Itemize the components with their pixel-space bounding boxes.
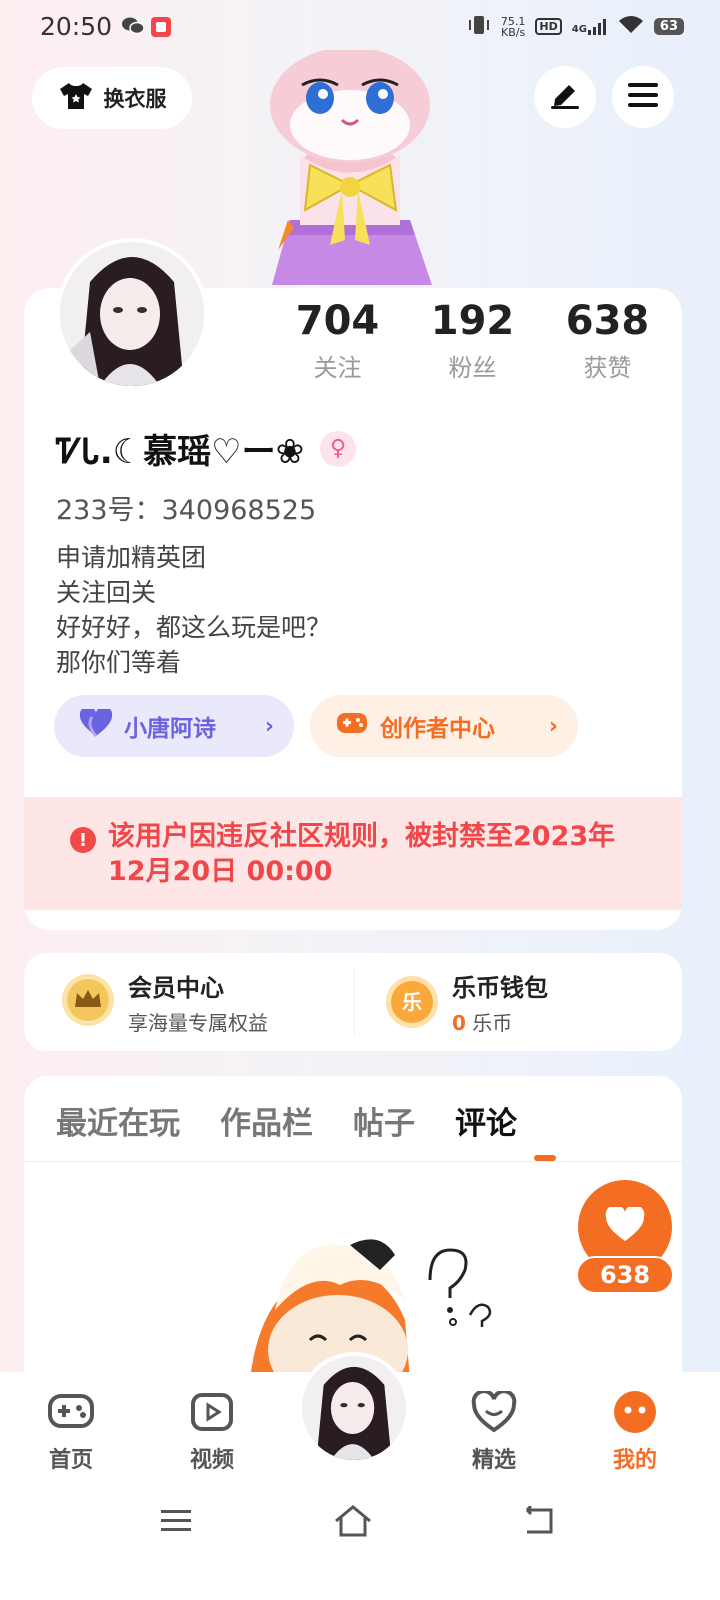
hd-badge: HD [535, 18, 562, 35]
member-center-subtitle: 享海量专属权益 [128, 1011, 268, 1035]
nav-home-label: 首页 [48, 1448, 93, 1473]
net-speed: 75.1 KB/s [501, 16, 526, 38]
video-play-icon [167, 1388, 257, 1436]
heart-outline-icon [449, 1388, 539, 1436]
chevron-right-icon: › [264, 713, 274, 739]
nav-video[interactable]: 视频 [167, 1388, 257, 1474]
net-speed-unit: KB/s [501, 25, 526, 39]
avatar-character-illustration[interactable] [250, 47, 450, 290]
creator-center-button[interactable]: 创作者中心 › [310, 695, 578, 757]
profile-avatar[interactable] [56, 238, 208, 390]
tab-posts[interactable]: 帖子 [353, 1098, 415, 1143]
bio-line: 好好好，都这么玩是吧？ [56, 613, 332, 642]
coin-icon: 乐 [386, 976, 438, 1028]
stat-likes-label: 获赞 [583, 354, 632, 382]
nav-featured-label: 精选 [471, 1448, 516, 1473]
bio-line: 申请加精英团 [56, 543, 207, 572]
system-menu-button[interactable] [156, 1505, 196, 1541]
ban-notice-text: 该用户因违反社区规则，被封禁至2023年12月20日 00:00 [108, 821, 616, 887]
member-center-button[interactable]: 会员中心 享海量专属权益 [62, 953, 268, 1051]
wallet-amount: 0 [452, 1011, 466, 1035]
nickname: ᏤᏓ.☾慕瑶♡ー❀ ♀ [56, 424, 357, 473]
profile-face-icon [590, 1388, 680, 1436]
stat-followers-label: 粉丝 [448, 354, 497, 382]
menu-button[interactable] [612, 66, 674, 128]
bio-line: 那你们等着 [56, 648, 182, 677]
tab-comments[interactable]: 评论 [455, 1098, 517, 1143]
stat-likes[interactable]: 638 获赞 [540, 298, 675, 383]
coin-wallet-button[interactable]: 乐 乐币钱包 0 乐币 [386, 953, 548, 1051]
female-gender-icon: ♀ [320, 430, 357, 467]
status-time: 20:50 [40, 12, 113, 41]
divider [354, 969, 355, 1035]
membership-wallet-card: 会员中心 享海量专属权益 乐 乐币钱包 0 乐币 [24, 953, 682, 1051]
tshirt-icon [58, 81, 94, 116]
signal-label: 4G [571, 23, 587, 35]
nav-featured[interactable]: 精选 [449, 1388, 539, 1474]
crown-icon [62, 974, 114, 1030]
like-count-badge: 638 [576, 1256, 674, 1294]
nav-me[interactable]: 我的 [590, 1388, 680, 1474]
wifi-icon [618, 15, 644, 38]
profile-stats: 704 关注 192 粉丝 638 获赞 [270, 298, 680, 383]
nickname-text: ᏤᏓ.☾慕瑶♡ー❀ [56, 432, 305, 472]
menu-icon [160, 1508, 192, 1538]
nav-video-label: 视频 [189, 1448, 234, 1473]
tab-recently-played[interactable]: 最近在玩 [56, 1098, 180, 1143]
chevron-right-icon: › [548, 713, 558, 739]
companion-pill-button[interactable]: 小唐阿诗 › [54, 695, 294, 757]
heart-icon [79, 706, 113, 743]
wallet-title: 乐币钱包 [452, 974, 548, 1002]
bio-line: 关注回关 [56, 578, 157, 607]
home-icon [333, 1504, 373, 1542]
stat-following-value: 704 [295, 298, 380, 344]
tab-works[interactable]: 作品栏 [220, 1098, 313, 1143]
nav-me-label: 我的 [612, 1448, 657, 1473]
net-speed-value: 75.1 [500, 14, 526, 28]
tabs-divider [24, 1161, 682, 1162]
signal-icon: 4G [571, 18, 608, 35]
heart-icon [605, 1204, 645, 1247]
member-center-title: 会员中心 [128, 974, 224, 1002]
system-back-button[interactable] [518, 1504, 558, 1541]
content-tabs: 最近在玩 作品栏 帖子 评论 [56, 1098, 517, 1143]
gamepad-icon [336, 710, 368, 742]
stat-likes-value: 638 [565, 298, 650, 344]
companion-pill-label: 小唐阿诗 [124, 716, 216, 742]
vibrate-icon [467, 14, 491, 39]
system-home-button[interactable] [333, 1505, 373, 1541]
pen-icon [549, 81, 581, 113]
gamepad-icon [26, 1388, 116, 1436]
stat-following[interactable]: 704 关注 [270, 298, 405, 383]
menu-icon [628, 82, 658, 112]
change-outfit-label: 换衣服 [103, 87, 167, 111]
nav-home[interactable]: 首页 [26, 1388, 116, 1474]
ban-notice: ! 该用户因违反社区规则，被封禁至2023年12月20日 00:00 [24, 797, 682, 910]
back-icon [521, 1504, 555, 1540]
status-bar: 20:50 75.1 KB/s HD 4G 63 [0, 0, 720, 56]
bio: 申请加精英团 关注回关 好好好，都这么玩是吧？ 那你们等着 [56, 540, 331, 680]
edit-profile-button[interactable] [534, 66, 596, 128]
stat-followers[interactable]: 192 粉丝 [405, 298, 540, 383]
stat-followers-value: 192 [430, 298, 515, 344]
app-notification-icon [150, 16, 172, 42]
nav-center-avatar[interactable] [298, 1352, 410, 1464]
user-id[interactable]: 233号：340968525 [56, 488, 316, 527]
coin-glyph: 乐 [402, 990, 422, 1014]
battery-indicator: 63 [653, 18, 684, 35]
stat-following-label: 关注 [313, 354, 362, 382]
creator-center-label: 创作者中心 [380, 716, 495, 742]
wechat-icon [122, 16, 145, 40]
wallet-balance: 0 乐币 [452, 1007, 548, 1036]
alert-icon: ! [70, 827, 96, 853]
change-outfit-button[interactable]: 换衣服 [32, 67, 192, 129]
wallet-unit: 乐币 [465, 1011, 513, 1035]
